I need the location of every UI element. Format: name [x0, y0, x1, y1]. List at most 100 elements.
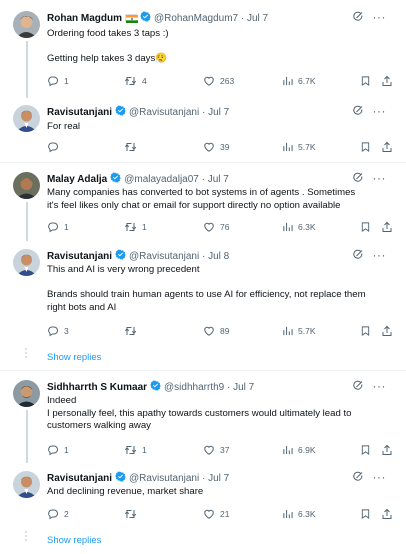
author-name[interactable]: Rohan Magdum — [47, 13, 122, 24]
reply-button[interactable]: 3 — [47, 325, 69, 337]
share-button[interactable] — [381, 444, 398, 456]
verified-badge-icon — [115, 471, 126, 485]
tweet-rohan[interactable]: Rohan Magdum @RohanMagdum7 · Jul 7 ··· O… — [0, 0, 406, 98]
like-button[interactable]: 21 — [203, 508, 229, 520]
grok-icon[interactable] — [352, 105, 364, 120]
reply-button[interactable]: 1 — [47, 75, 69, 87]
author-name[interactable]: Ravisutanjani — [47, 107, 112, 118]
more-icon[interactable]: ··· — [373, 470, 387, 484]
tweet-ravisutanjani[interactable]: Ravisutanjani @Ravisutanjani · Jul 7 ···… — [0, 98, 406, 161]
grok-icon[interactable] — [352, 380, 364, 395]
bookmark-button[interactable] — [360, 221, 376, 233]
avatar[interactable] — [13, 105, 40, 132]
author-handle[interactable]: @RohanMagdum7 · Jul 7 — [154, 13, 268, 24]
views-button[interactable]: 6.3K — [282, 221, 316, 233]
reply-feed: Rohan Magdum @RohanMagdum7 · Jul 7 ··· O… — [0, 0, 406, 554]
show-replies-link[interactable]: Show replies — [47, 352, 101, 363]
bookmark-icon — [361, 509, 370, 520]
tweet-sidhharrth[interactable]: Sidhharrth S Kumaar @sidhharrth9 · Jul 7… — [0, 371, 406, 463]
grok-icon[interactable] — [352, 471, 364, 486]
show-replies-link[interactable]: Show replies — [47, 535, 101, 546]
avatar[interactable] — [13, 249, 40, 276]
views-icon — [283, 222, 293, 232]
author-name[interactable]: Ravisutanjani — [47, 251, 112, 262]
more-icon[interactable]: ··· — [373, 379, 387, 393]
like-button[interactable]: 89 — [203, 325, 229, 337]
verified-badge-icon — [150, 380, 161, 394]
grok-icon[interactable] — [352, 11, 364, 26]
grok-icon[interactable] — [352, 249, 364, 264]
views-button[interactable]: 6.3K — [282, 508, 316, 520]
text-line — [47, 277, 394, 290]
retweet-button[interactable] — [124, 508, 142, 520]
like-button[interactable]: 37 — [203, 444, 229, 456]
grok-icon[interactable] — [352, 172, 364, 187]
author-name[interactable]: Sidhharrth S Kumaar — [47, 382, 147, 393]
more-icon[interactable]: ··· — [373, 10, 387, 24]
like-button[interactable]: 39 — [203, 141, 229, 153]
tweet-ravisutanjani[interactable]: Ravisutanjani @Ravisutanjani · Jul 7 ···… — [0, 463, 406, 527]
bookmark-button[interactable] — [360, 508, 376, 520]
views-icon — [283, 76, 293, 86]
retweet-button[interactable] — [124, 325, 142, 337]
reply-button[interactable]: 1 — [47, 221, 69, 233]
avatar[interactable] — [13, 172, 40, 199]
heart-icon — [204, 142, 214, 152]
bookmark-icon — [361, 222, 370, 233]
share-button[interactable] — [381, 325, 398, 337]
text-line: For real — [47, 121, 81, 132]
text-line — [47, 41, 394, 54]
avatar[interactable] — [13, 471, 40, 498]
author-handle[interactable]: @Ravisutanjani · Jul 7 — [129, 107, 229, 118]
share-button[interactable] — [381, 75, 398, 87]
more-icon[interactable]: ··· — [373, 248, 387, 262]
reply-button[interactable]: 2 — [47, 508, 69, 520]
author-name[interactable]: Ravisutanjani — [47, 473, 112, 484]
bookmark-icon — [361, 326, 370, 337]
views-count: 6.7K — [298, 76, 316, 86]
more-icon[interactable]: ··· — [373, 171, 387, 185]
like-count: 21 — [220, 509, 230, 519]
author-handle[interactable]: @malayadalja07 · Jul 7 — [124, 174, 229, 185]
action-bar: 1 4 263 6.7K — [47, 75, 394, 89]
heart-icon — [204, 76, 214, 86]
reply-button[interactable] — [47, 141, 64, 153]
author-name[interactable]: Malay Adalja — [47, 174, 107, 185]
share-icon — [382, 444, 392, 455]
views-icon — [283, 445, 293, 455]
verified-badge-icon — [115, 249, 126, 263]
author-handle[interactable]: @Ravisutanjani · Jul 8 — [129, 251, 229, 262]
author-handle[interactable]: @Ravisutanjani · Jul 7 — [129, 473, 229, 484]
share-button[interactable] — [381, 141, 398, 153]
like-button[interactable]: 263 — [203, 75, 234, 87]
views-button[interactable]: 5.7K — [282, 325, 316, 337]
share-button[interactable] — [381, 221, 398, 233]
tweet-ravisutanjani[interactable]: Ravisutanjani @Ravisutanjani · Jul 8 ···… — [0, 241, 406, 345]
bookmark-button[interactable] — [360, 444, 376, 456]
bookmark-button[interactable] — [360, 325, 376, 337]
retweet-button[interactable]: 4 — [124, 75, 147, 87]
like-button[interactable]: 76 — [203, 221, 229, 233]
views-button[interactable]: 6.7K — [282, 75, 316, 87]
retweet-button[interactable] — [124, 141, 142, 153]
share-icon — [382, 221, 392, 232]
tweet-text: For real — [47, 121, 394, 134]
avatar[interactable] — [13, 380, 40, 407]
avatar[interactable] — [13, 11, 40, 38]
bookmark-icon — [361, 445, 370, 456]
reply-button[interactable]: 1 — [47, 444, 69, 456]
views-button[interactable]: 5.7K — [282, 141, 316, 153]
author-handle[interactable]: @sidhharrth9 · Jul 7 — [164, 382, 254, 393]
bookmark-button[interactable] — [360, 141, 376, 153]
retweet-button[interactable]: 1 — [124, 221, 147, 233]
more-icon[interactable]: ··· — [373, 104, 387, 118]
tweet-malay[interactable]: Malay Adalja @malayadalja07 · Jul 7 ··· … — [0, 163, 406, 241]
like-count: 89 — [220, 326, 230, 336]
text-line: Getting help takes 3 days😮‍💨 — [47, 53, 168, 64]
views-button[interactable]: 6.9K — [282, 444, 316, 456]
retweet-count: 1 — [142, 222, 147, 232]
bookmark-button[interactable] — [360, 75, 376, 87]
share-button[interactable] — [381, 508, 398, 520]
tweet-header: Ravisutanjani @Ravisutanjani · Jul 8 ··· — [47, 248, 394, 264]
retweet-button[interactable]: 1 — [124, 444, 147, 456]
